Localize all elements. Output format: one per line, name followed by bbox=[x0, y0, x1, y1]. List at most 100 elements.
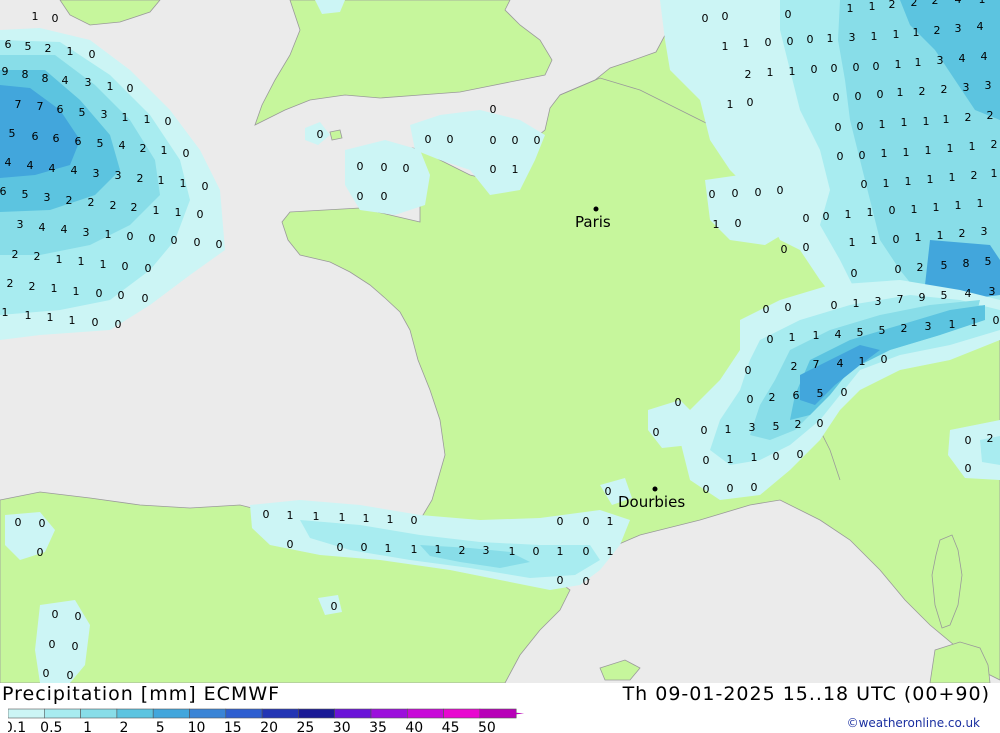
precip-value: 2 bbox=[45, 42, 52, 55]
precip-value: 0 bbox=[287, 538, 294, 551]
precip-value: 6 bbox=[5, 38, 12, 51]
precip-value: 4 bbox=[977, 20, 984, 33]
legend-tick-labels: 0.1 0.5 1 2 5 10 15 20 25 30 35 40 45 50 bbox=[8, 720, 496, 733]
precip-value: 1 bbox=[869, 0, 876, 13]
legend-tick: 1 bbox=[83, 720, 92, 733]
precip-value: 2 bbox=[901, 322, 908, 335]
precip-value: 1 bbox=[847, 2, 854, 15]
paris-marker bbox=[593, 206, 599, 212]
precip-value: 0 bbox=[605, 485, 612, 498]
precip-value: 6 bbox=[75, 135, 82, 148]
precip-value: 1 bbox=[287, 509, 294, 522]
precip-value: 5 bbox=[773, 420, 780, 433]
precip-value: 0 bbox=[702, 12, 709, 25]
precip-value: 0 bbox=[145, 262, 152, 275]
precip-value: 2 bbox=[7, 277, 14, 290]
precip-value: 0 bbox=[703, 483, 710, 496]
legend-box bbox=[116, 708, 154, 719]
precip-value: 1 bbox=[879, 118, 886, 131]
precip-value: 1 bbox=[789, 65, 796, 78]
precip-value: 0 bbox=[823, 210, 830, 223]
precip-value: 0 bbox=[331, 600, 338, 613]
precip-value: 0 bbox=[853, 61, 860, 74]
legend-box bbox=[189, 708, 227, 719]
precip-value: 9 bbox=[2, 65, 9, 78]
precip-value: 1 bbox=[144, 113, 151, 126]
precip-value: 1 bbox=[897, 86, 904, 99]
precip-value: 0 bbox=[732, 187, 739, 200]
precip-value: 1 bbox=[158, 174, 165, 187]
precip-value: 4 bbox=[49, 162, 56, 175]
dourbies-label: Dourbies bbox=[618, 493, 685, 511]
legend-box bbox=[334, 708, 372, 719]
precip-value: 0 bbox=[781, 243, 788, 256]
precip-value: 0 bbox=[534, 134, 541, 147]
precip-value: 0 bbox=[833, 91, 840, 104]
precip-value: 0 bbox=[881, 353, 888, 366]
precip-value: 5 bbox=[9, 127, 16, 140]
precip-value: 0 bbox=[75, 610, 82, 623]
precip-value: 0 bbox=[873, 60, 880, 73]
precip-value: 4 bbox=[39, 221, 46, 234]
precip-value: 0 bbox=[817, 417, 824, 430]
precip-value: 1 bbox=[933, 201, 940, 214]
precip-value: 0 bbox=[727, 482, 734, 495]
precip-value: 1 bbox=[767, 66, 774, 79]
precip-value: 7 bbox=[37, 100, 44, 113]
legend-box bbox=[261, 708, 299, 719]
precip-value: 1 bbox=[67, 45, 74, 58]
precip-value: 1 bbox=[927, 173, 934, 186]
precip-value: 0 bbox=[751, 481, 758, 494]
precip-value: 0 bbox=[773, 450, 780, 463]
precip-value: 5 bbox=[985, 255, 992, 268]
precip-value: 1 bbox=[727, 453, 734, 466]
precip-value: 8 bbox=[963, 257, 970, 270]
credit-link[interactable]: ©weatheronline.co.uk bbox=[847, 716, 980, 730]
precip-value: 4 bbox=[981, 50, 988, 63]
precip-value: 3 bbox=[17, 218, 24, 231]
precip-value: 8 bbox=[42, 72, 49, 85]
legend-tick: 25 bbox=[296, 720, 314, 733]
legend-box bbox=[370, 708, 408, 719]
precip-value: 0 bbox=[317, 128, 324, 141]
precip-value: 1 bbox=[949, 318, 956, 331]
precip-value: 3 bbox=[875, 295, 882, 308]
precip-value: 0 bbox=[965, 462, 972, 475]
precip-value: 0 bbox=[767, 333, 774, 346]
precip-value: 4 bbox=[5, 156, 12, 169]
precip-value: 2 bbox=[889, 0, 896, 11]
precip-value: 5 bbox=[857, 326, 864, 339]
precipitation-map: 1 06 5 2 1 09 8 8 4 3 1 07 7 6 5 3 1 1 05 6 6 6 5 4 2 1 04 4 4 4 3 3 2 1 1… bbox=[0, 0, 1000, 683]
precip-value: 2 bbox=[12, 248, 19, 261]
precip-value: 2 bbox=[140, 142, 147, 155]
precip-value: 0 bbox=[72, 640, 79, 653]
legend-tick: 40 bbox=[405, 720, 423, 733]
precip-value: 1 bbox=[911, 203, 918, 216]
precip-value: 4 bbox=[61, 223, 68, 236]
precip-value: 2 bbox=[917, 261, 924, 274]
precip-value: 2 bbox=[965, 111, 972, 124]
precip-value: 1 bbox=[47, 311, 54, 324]
precip-value: 1 bbox=[845, 208, 852, 221]
precip-value: 0 bbox=[803, 241, 810, 254]
precip-value: 9 bbox=[919, 291, 926, 304]
precip-value: 1 bbox=[991, 167, 998, 180]
precip-value: 3 bbox=[115, 169, 122, 182]
precip-value: 2 bbox=[991, 138, 998, 151]
precip-value: 1 bbox=[969, 140, 976, 153]
precip-value: 0 bbox=[194, 236, 201, 249]
precip-value: 1 bbox=[893, 28, 900, 41]
precip-value: 0 bbox=[67, 669, 74, 682]
precip-value: 0 bbox=[142, 292, 149, 305]
legend-box bbox=[406, 708, 444, 719]
precip-value: 0 bbox=[965, 434, 972, 447]
precip-value: 4 bbox=[965, 287, 972, 300]
precip-value: 1 bbox=[69, 314, 76, 327]
legend-tick: 5 bbox=[156, 720, 165, 733]
precip-value: 1 bbox=[161, 144, 168, 157]
precip-value: 0 bbox=[675, 396, 682, 409]
precip-value: 3 bbox=[44, 191, 51, 204]
precip-value: 0 bbox=[122, 260, 129, 273]
precip-value: 6 bbox=[53, 132, 60, 145]
precip-value: 6 bbox=[57, 103, 64, 116]
